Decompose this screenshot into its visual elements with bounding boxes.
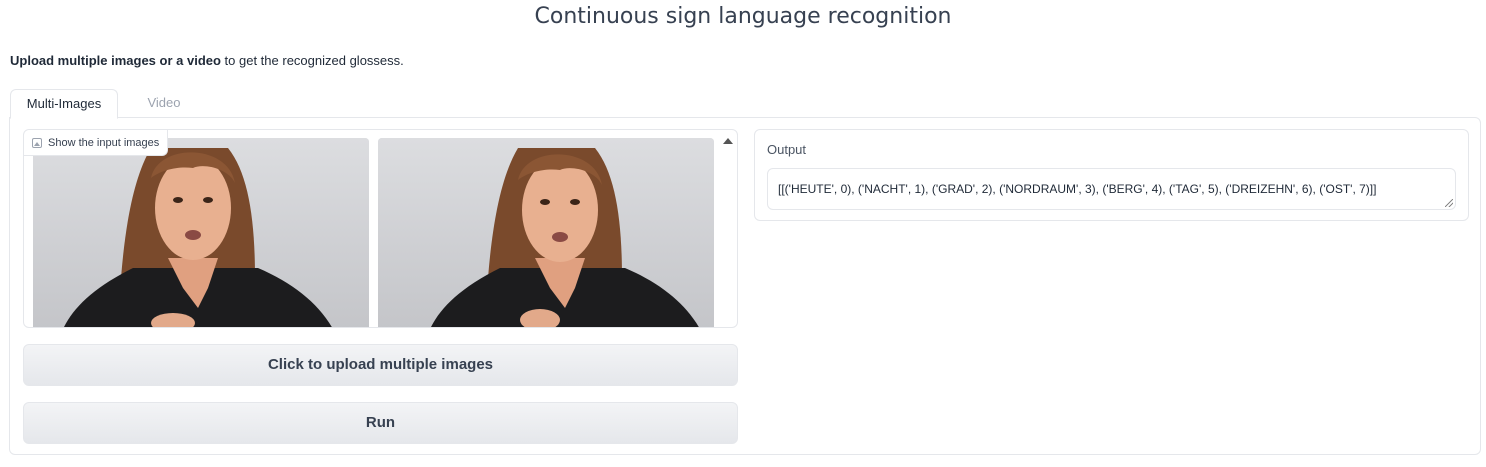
signer-image-2	[378, 138, 714, 327]
input-gallery[interactable]: Show the input images	[23, 129, 738, 328]
output-panel: Output [[('HEUTE', 0), ('NACHT', 1), ('G…	[754, 129, 1469, 221]
tab-bar: Multi-Images Video	[10, 89, 1480, 119]
gallery-label-text: Show the input images	[48, 136, 160, 149]
gallery-label: Show the input images	[24, 130, 169, 156]
run-button[interactable]: Run	[23, 402, 738, 444]
scroll-up-icon[interactable]	[723, 138, 733, 144]
gallery-image-1[interactable]	[33, 138, 369, 327]
signer-image-1	[33, 138, 369, 327]
upload-images-button[interactable]: Click to upload multiple images	[23, 344, 738, 386]
page-description: Upload multiple images or a video to get…	[10, 53, 404, 68]
resize-handle-icon[interactable]	[1445, 199, 1453, 207]
tab-video[interactable]: Video	[122, 89, 206, 119]
tab-multi-images[interactable]: Multi-Images	[10, 89, 118, 119]
description-bold: Upload multiple images or a video	[10, 53, 221, 68]
image-icon	[32, 137, 42, 148]
tab-panel-multi-images: Show the input images Click to upload mu…	[9, 117, 1481, 455]
description-rest: to get the recognized glossess.	[220, 53, 404, 68]
output-textbox[interactable]: [[('HEUTE', 0), ('NACHT', 1), ('GRAD', 2…	[767, 168, 1456, 210]
gallery-image-2[interactable]	[378, 138, 714, 327]
page-title: Continuous sign language recognition	[534, 4, 952, 29]
output-text: [[('HEUTE', 0), ('NACHT', 1), ('GRAD', 2…	[778, 182, 1377, 196]
output-label: Output	[767, 142, 807, 157]
